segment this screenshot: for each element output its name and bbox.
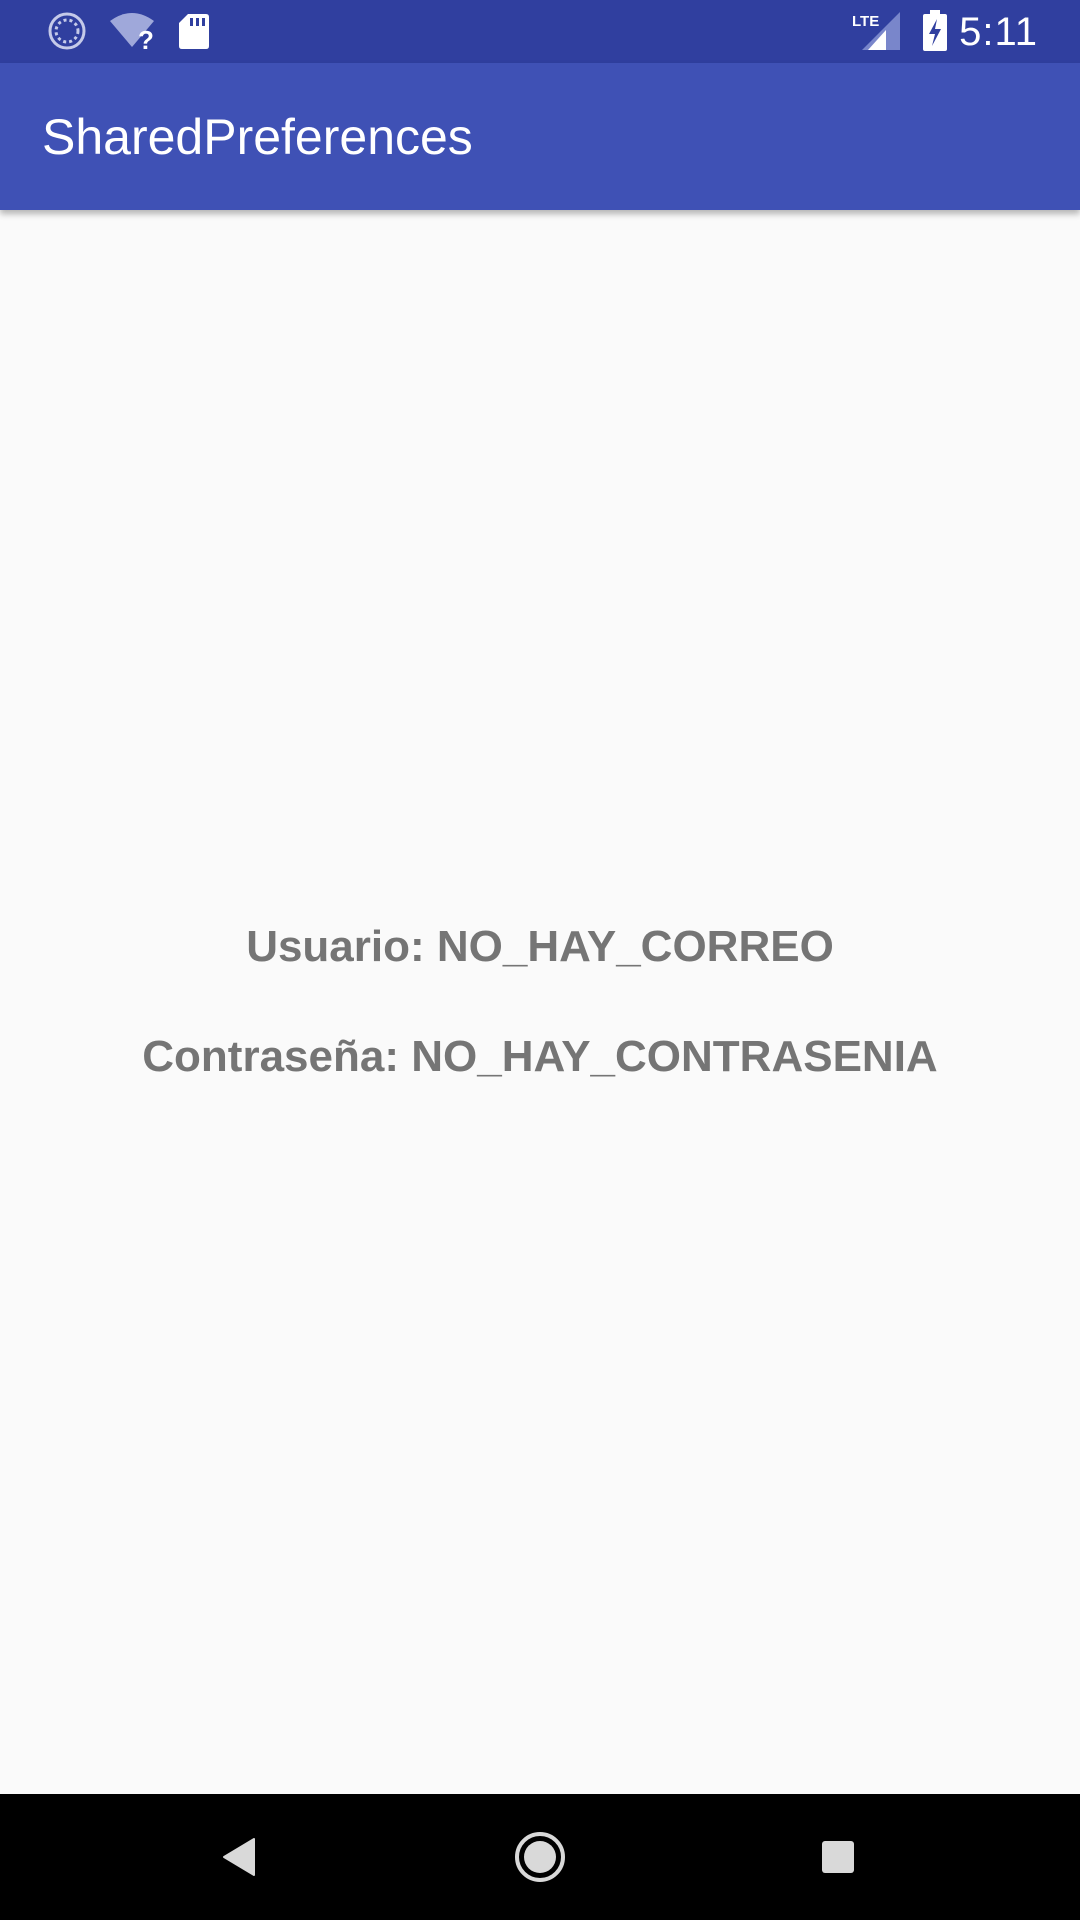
recents-button[interactable] bbox=[798, 1817, 878, 1897]
main-content: Usuario: NO_HAY_CORREO Contraseña: NO_HA… bbox=[0, 210, 1080, 1794]
sync-icon bbox=[46, 10, 88, 52]
lte-label: LTE bbox=[852, 13, 879, 30]
battery-charging-icon bbox=[920, 10, 950, 52]
wifi-unknown-icon: ? bbox=[106, 10, 158, 52]
svg-text:?: ? bbox=[138, 25, 154, 51]
back-icon bbox=[223, 1838, 255, 1876]
recents-icon bbox=[822, 1841, 854, 1873]
sd-card-icon bbox=[176, 10, 212, 52]
app-bar: SharedPreferences bbox=[0, 63, 1080, 210]
status-bar: ? LTE 5:11 bbox=[0, 0, 1080, 63]
app-title: SharedPreferences bbox=[42, 109, 473, 165]
lte-signal-icon: LTE bbox=[852, 10, 902, 52]
app-screen: ? LTE 5:11 SharedPreferences Usuario: NO… bbox=[0, 0, 1080, 1920]
back-button[interactable] bbox=[200, 1817, 280, 1897]
home-button[interactable] bbox=[500, 1817, 580, 1897]
password-label: Contraseña: NO_HAY_CONTRASENIA bbox=[142, 1032, 938, 1081]
user-label: Usuario: NO_HAY_CORREO bbox=[246, 922, 834, 971]
home-icon bbox=[515, 1832, 565, 1882]
status-clock: 5:11 bbox=[959, 10, 1038, 54]
navigation-bar bbox=[0, 1794, 1080, 1920]
